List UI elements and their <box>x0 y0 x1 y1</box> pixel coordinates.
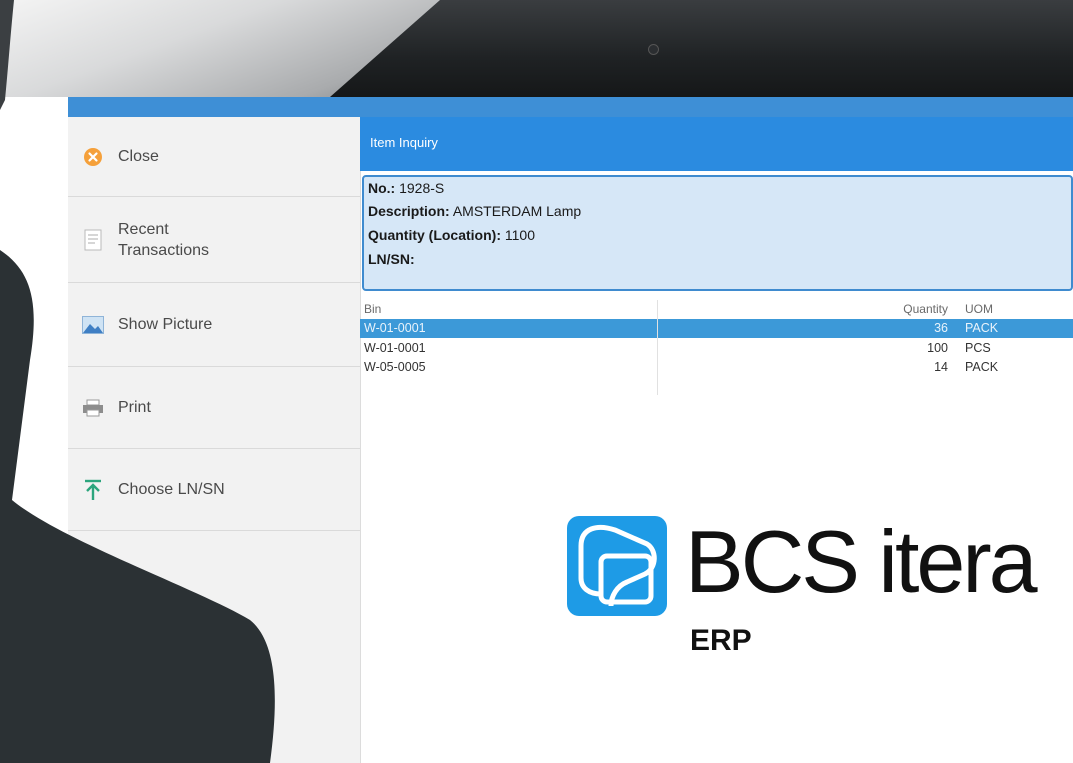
column-divider <box>657 300 658 395</box>
picture-icon <box>82 314 104 336</box>
cell-bin: W-05-0005 <box>364 360 426 374</box>
cell-uom: PACK <box>965 321 999 335</box>
brand-name: BCS itera <box>685 512 1038 611</box>
sidebar-item-label: Print <box>118 399 151 416</box>
sidebar-item-close[interactable]: Close <box>68 117 360 197</box>
info-no-label: No.: <box>368 180 396 196</box>
sidebar-item-choose-lnsn[interactable]: Choose LN/SN <box>68 449 360 531</box>
sidebar-item-label: Show Picture <box>118 316 213 333</box>
info-desc-value: AMSTERDAM Lamp <box>452 203 582 219</box>
close-circle-icon <box>82 146 104 168</box>
printer-icon <box>82 397 104 419</box>
cell-bin: W-01-0001 <box>364 321 426 335</box>
sidebar-item-label: Recent Transactions <box>118 220 209 259</box>
sidebar-item-show-picture[interactable]: Show Picture <box>68 283 360 367</box>
info-lnsn-label: LN/SN: <box>368 251 415 267</box>
info-desc-label: Description: <box>368 203 450 219</box>
sidebar-item-recent-transactions[interactable]: Recent Transactions <box>68 197 360 283</box>
cell-quantity: 36 <box>934 321 948 335</box>
main-panel: Item Inquiry No.: 1928-S Description: AM… <box>360 117 1073 763</box>
page-header: Item Inquiry <box>360 117 1073 171</box>
info-description: Description: AMSTERDAM Lamp <box>368 203 581 219</box>
cell-uom: PCS <box>965 341 991 355</box>
page-title: Item Inquiry <box>370 135 438 150</box>
info-lnsn: LN/SN: <box>368 251 415 267</box>
info-qty-value: 1100 <box>504 227 535 243</box>
brand-product: ERP <box>690 624 752 657</box>
info-no-value: 1928-S <box>399 180 445 196</box>
cell-uom: PACK <box>965 360 999 374</box>
sidebar-item-label: Close <box>118 148 159 165</box>
tablet-device: Close Recent Transactions Show Picture P… <box>0 0 1073 763</box>
status-strip <box>68 97 1073 117</box>
info-qty-label: Quantity (Location): <box>368 227 501 243</box>
col-bin: Bin <box>364 302 382 316</box>
upload-arrow-icon <box>82 479 104 501</box>
cell-quantity: 14 <box>934 360 948 374</box>
sidebar-item-print[interactable]: Print <box>68 367 360 449</box>
camera-dot <box>648 44 659 55</box>
col-uom: UOM <box>965 302 993 316</box>
document-icon <box>82 229 104 251</box>
info-quantity: Quantity (Location): 1100 <box>368 227 535 243</box>
table-row[interactable]: W-05-0005 14 PACK <box>360 358 1073 377</box>
sidebar-item-label: Choose LN/SN <box>118 481 225 498</box>
table-row[interactable]: W-01-0001 36 PACK <box>360 319 1073 338</box>
cell-bin: W-01-0001 <box>364 341 426 355</box>
item-info-box: No.: 1928-S Description: AMSTERDAM Lamp … <box>362 175 1073 291</box>
table-header: Bin Quantity UOM <box>360 300 1073 318</box>
info-no: No.: 1928-S <box>368 180 444 196</box>
cell-quantity: 100 <box>927 341 948 355</box>
brand-logo-mark <box>567 516 667 616</box>
app-screen: Close Recent Transactions Show Picture P… <box>68 97 1073 763</box>
sidebar: Close Recent Transactions Show Picture P… <box>68 117 361 763</box>
table-row[interactable]: W-01-0001 100 PCS <box>360 339 1073 358</box>
col-quantity: Quantity <box>903 302 948 316</box>
